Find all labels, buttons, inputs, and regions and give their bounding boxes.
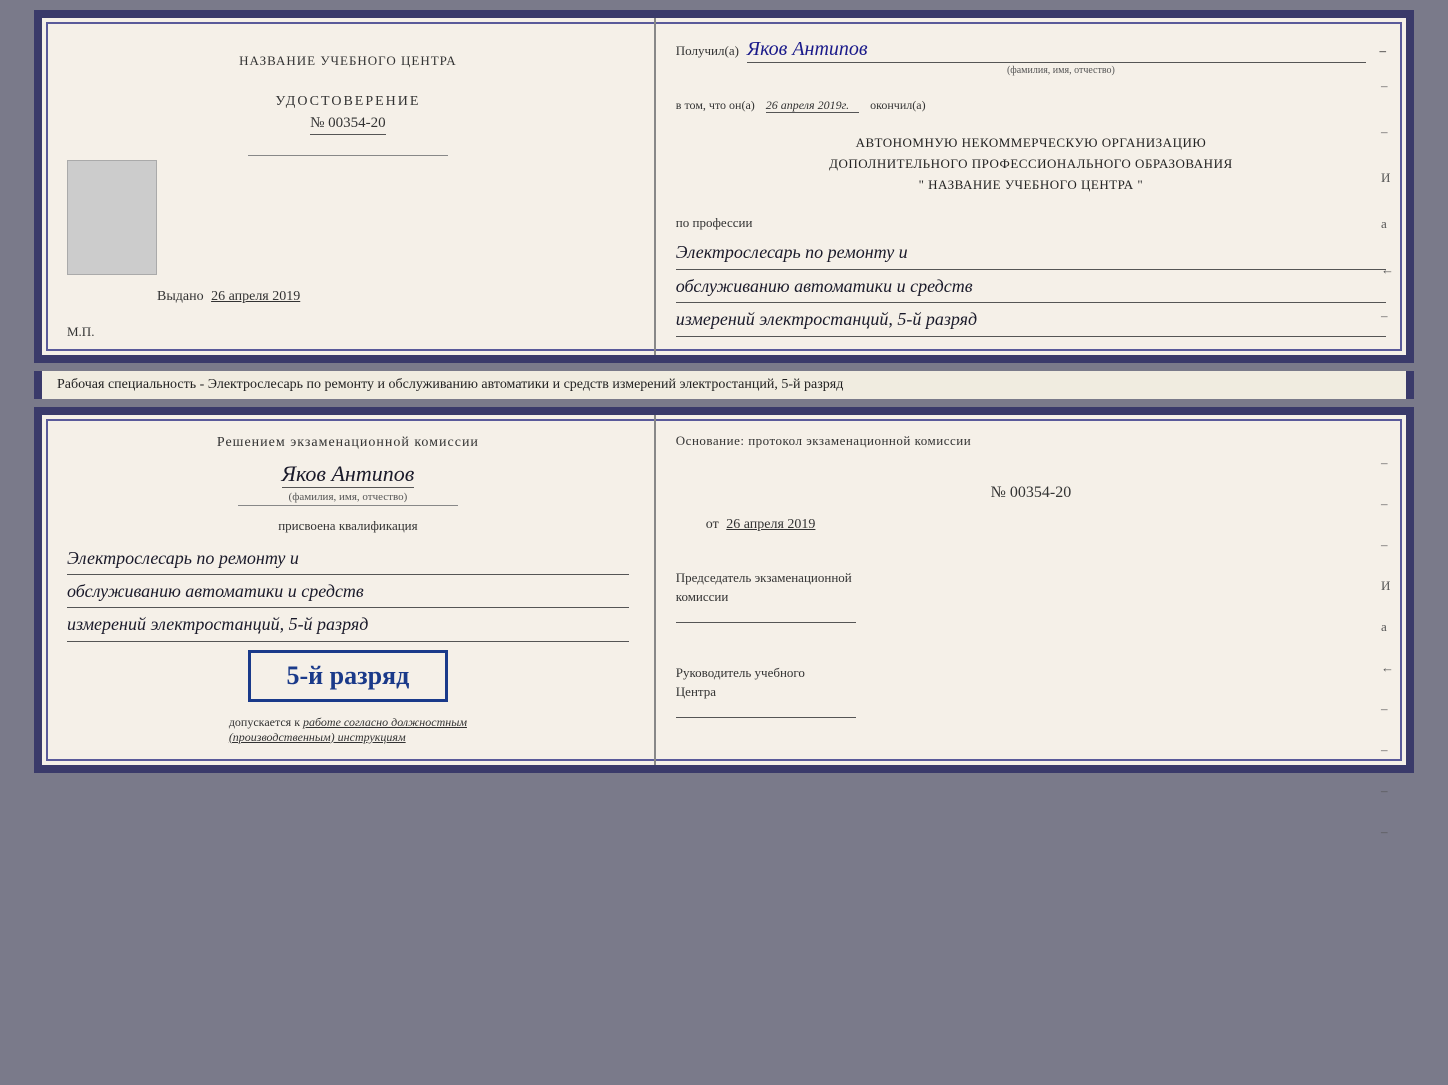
description-line: Рабочая специальность - Электрослесарь п… [34, 371, 1414, 399]
vydano-date: 26 апреля 2019 [211, 289, 300, 304]
arrow-rb: ← [1381, 660, 1394, 676]
arrow-r: ← [1381, 262, 1394, 278]
top-left-page: НАЗВАНИЕ УЧЕБНОГО ЦЕНТРА УДОСТОВЕРЕНИЕ №… [42, 18, 656, 355]
center-name-top: НАЗВАНИЕ УЧЕБНОГО ЦЕНТРА [239, 38, 456, 84]
dash-r2: – [1381, 124, 1394, 140]
protocol-date-prefix: от [706, 517, 719, 532]
bottom-document-pair: Решением экзаменационной комиссии Яков А… [34, 407, 1414, 773]
rukovoditel-title-line2: Центра [676, 684, 716, 699]
profession-block: по профессии Электрослесарь по ремонту и… [676, 215, 1386, 336]
udostoverenie-title: УДОСТОВЕРЕНИЕ [275, 94, 420, 110]
rank-badge: 5-й разряд [248, 650, 448, 702]
profession-label: по профессии [676, 215, 1386, 231]
org-line3: " НАЗВАНИЕ УЧЕБНОГО ЦЕНТРА " [676, 175, 1386, 196]
decision-name: Яков Антипов [282, 461, 415, 488]
rukovoditel-section: Руководитель учебного Центра [676, 663, 1386, 718]
recipient-label: Получил(а) [676, 43, 739, 59]
protocol-date: от 26 апреля 2019 [676, 517, 1386, 533]
cert-text-prefix: в том, что он(а) [676, 98, 755, 112]
chairman-signature-line [676, 622, 856, 623]
dash-br3: – [1381, 537, 1394, 553]
right-decorations-bottom: – – – И а ← – – – – [1381, 455, 1394, 840]
bottom-left-page: Решением экзаменационной комиссии Яков А… [42, 415, 656, 765]
description-text: Рабочая специальность - Электрослесарь п… [57, 377, 843, 392]
recipient-name: Яков Антипов [747, 36, 1367, 63]
osnovaniye-text: Основание: протокол экзаменационной коми… [676, 433, 1386, 449]
fio-small-bottom: (фамилия, имя, отчество) [238, 491, 458, 506]
vydano-label: Выдано [157, 289, 204, 304]
dash-br2: – [1381, 496, 1394, 512]
profession-text-block: Электрослесарь по ремонту и обслуживанию… [676, 236, 1386, 336]
cert-date-line: в том, что он(а) 26 апреля 2019г. окончи… [676, 98, 1386, 113]
qual-line1: Электрослесарь по ремонту и [67, 542, 629, 575]
mp-label: М.П. [67, 324, 94, 340]
dash-after-name: – [1379, 43, 1386, 59]
protocol-date-val: 26 апреля 2019 [726, 517, 815, 532]
org-block: АВТОНОМНУЮ НЕКОММЕРЧЕСКУЮ ОРГАНИЗАЦИЮ ДО… [676, 133, 1386, 195]
org-line1: АВТОНОМНУЮ НЕКОММЕРЧЕСКУЮ ОРГАНИЗАЦИЮ [676, 133, 1386, 154]
chairman-title-line2: комиссии [676, 589, 729, 604]
rukovoditel-title: Руководитель учебного Центра [676, 663, 1386, 702]
chairman-title: Председатель экзаменационной комиссии [676, 568, 1386, 607]
dopuskaetsya-prefix: допускается к [229, 715, 300, 729]
cert-date: 26 апреля 2019г. [766, 98, 859, 113]
chairman-title-line1: Председатель экзаменационной [676, 570, 852, 585]
top-right-page: Получил(а) Яков Антипов – (фамилия, имя,… [656, 18, 1406, 355]
dopuskaetsya-block: допускается к работе согласно должностны… [229, 715, 467, 745]
dash-br1: – [1381, 455, 1394, 471]
dash-br4: – [1381, 701, 1394, 717]
photo-placeholder [67, 160, 157, 275]
top-document-pair: НАЗВАНИЕ УЧЕБНОГО ЦЕНТРА УДОСТОВЕРЕНИЕ №… [34, 10, 1414, 363]
letter-a: а [1381, 216, 1394, 232]
dopuskaetsya-italic1: работе согласно должностным [303, 715, 467, 729]
prof-line1: Электрослесарь по ремонту и [676, 236, 1386, 269]
dash-br5: – [1381, 742, 1394, 758]
org-line2: ДОПОЛНИТЕЛЬНОГО ПРОФЕССИОНАЛЬНОГО ОБРАЗО… [676, 154, 1386, 175]
decision-title: Решением экзаменационной комиссии [217, 435, 479, 451]
dopuskaetsya-italic2: (производственным) инструкциям [229, 730, 406, 744]
rukovoditel-title-line1: Руководитель учебного [676, 665, 805, 680]
qual-line2: обслуживанию автоматики и средств [67, 575, 629, 608]
dash-br7: – [1381, 824, 1394, 840]
qual-line3: измерений электростанций, 5-й разряд [67, 608, 629, 641]
chairman-section: Председатель экзаменационной комиссии [676, 568, 1386, 623]
dash-r1: – [1381, 78, 1394, 94]
dash-br6: – [1381, 783, 1394, 799]
dash-r3: – [1381, 308, 1394, 324]
qual-text-block: Электрослесарь по ремонту и обслуживанию… [67, 542, 629, 642]
prof-line2: обслуживанию автоматики и средств [676, 270, 1386, 303]
letter-i-b: И [1381, 578, 1394, 594]
prof-line3: измерений электростанций, 5-й разряд [676, 303, 1386, 336]
udostoverenie-number: № 00354-20 [310, 115, 386, 135]
rukovoditel-signature-line [676, 717, 856, 718]
right-decorations: – – И а ← – [1381, 78, 1394, 324]
protocol-number: № 00354-20 [676, 484, 1386, 502]
udostoverenie-block: УДОСТОВЕРЕНИЕ № 00354-20 [275, 94, 420, 135]
prisvoena-label: присвоена квалификация [278, 518, 417, 534]
cert-text-suffix: окончил(а) [870, 98, 925, 112]
bottom-right-page: Основание: протокол экзаменационной коми… [656, 415, 1406, 765]
vydano-block: Выдано 26 апреля 2019 [147, 289, 300, 335]
fio-label-top: (фамилия, имя, отчество) [736, 65, 1386, 76]
recipient-block: Получил(а) Яков Антипов – (фамилия, имя,… [676, 36, 1386, 76]
letter-i: И [1381, 170, 1394, 186]
letter-a-b: а [1381, 619, 1394, 635]
recipient-line: Получил(а) Яков Антипов – [676, 36, 1386, 63]
